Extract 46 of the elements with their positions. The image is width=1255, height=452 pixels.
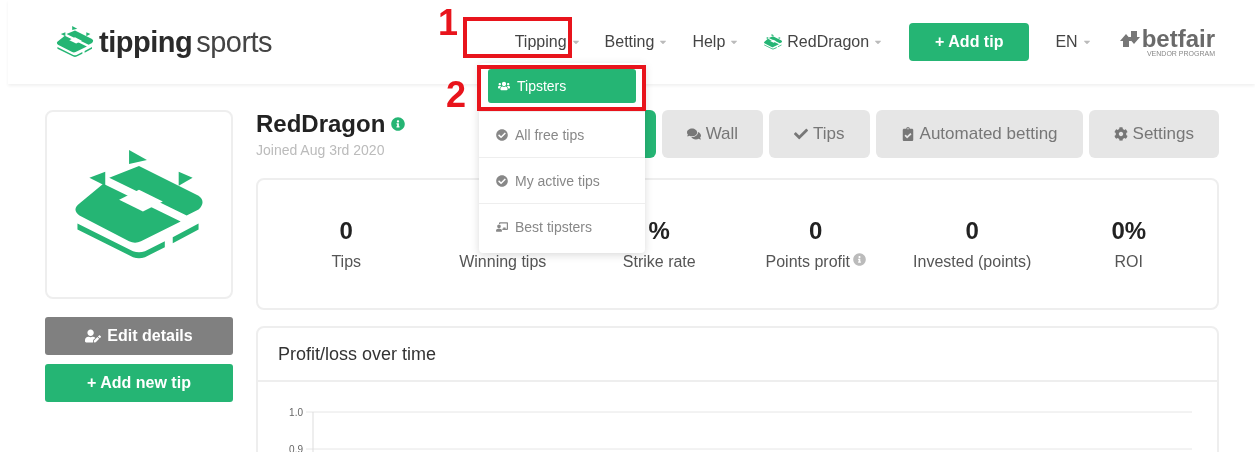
stat-value: % <box>648 217 670 245</box>
add-new-tip-button[interactable]: + Add new tip <box>45 364 233 402</box>
nav-menu-link[interactable]: EN <box>1055 33 1092 51</box>
stat-value: 0 <box>965 217 979 245</box>
nav-menu-link[interactable]: Tipping <box>514 33 581 51</box>
stat-label: Winning tips <box>459 253 547 271</box>
stat-value: 0 <box>339 217 353 245</box>
stadium-logo-icon <box>55 26 95 58</box>
profile-tab[interactable]: Tips <box>769 110 870 158</box>
users-icon <box>498 80 510 92</box>
stat-label: Strike rate <box>622 253 696 271</box>
stat-label: Points profit <box>765 253 850 271</box>
checkmark-icon <box>794 127 809 141</box>
stat-value: 0 <box>809 217 823 245</box>
menu-item[interactable]: My active tips <box>479 157 645 203</box>
menu-item[interactable]: Best tipsters <box>479 203 645 249</box>
info-icon <box>853 253 866 266</box>
presenter-icon <box>496 220 508 233</box>
profile-name: RedDragon <box>256 110 386 138</box>
step-number: 1 <box>438 2 459 44</box>
nav-menu-link[interactable]: Betting <box>604 33 669 51</box>
profile-tab[interactable]: Automated betting <box>875 110 1083 158</box>
stadium-icon <box>763 34 784 50</box>
chart-title: Profit/loss over time <box>278 343 437 365</box>
stat-label: Tips <box>331 253 362 271</box>
menu-item[interactable]: Tipsters <box>488 69 636 103</box>
axis-label: 1.0 <box>289 407 303 418</box>
stat-label: ROI <box>1114 253 1143 271</box>
site-logo[interactable]: tipping sports <box>55 25 273 59</box>
joined-date: Joined Aug 3rd 2020 <box>256 142 386 158</box>
profile-tab[interactable]: Settings <box>1088 110 1219 158</box>
arrows-icon <box>1119 30 1140 47</box>
stat-label: Invested (points) <box>913 253 1032 271</box>
step-number: 2 <box>446 74 467 116</box>
edit-details-button[interactable]: Edit details <box>45 317 233 355</box>
menu-item[interactable]: All free tips <box>479 111 645 157</box>
profile-tab[interactable]: Wall <box>661 110 764 158</box>
user-edit-icon <box>85 328 102 344</box>
clipboard-icon <box>900 127 915 141</box>
add-tip-button[interactable]: + Add tip <box>909 23 1030 61</box>
stat-value: 0% <box>1111 217 1147 245</box>
nav-menu-link[interactable]: Help <box>692 33 740 51</box>
info-icon <box>391 117 406 131</box>
speech-bubbles-icon <box>686 127 701 141</box>
nav-menu-link[interactable]: RedDragon <box>763 33 884 51</box>
settings-icon <box>1113 127 1128 141</box>
